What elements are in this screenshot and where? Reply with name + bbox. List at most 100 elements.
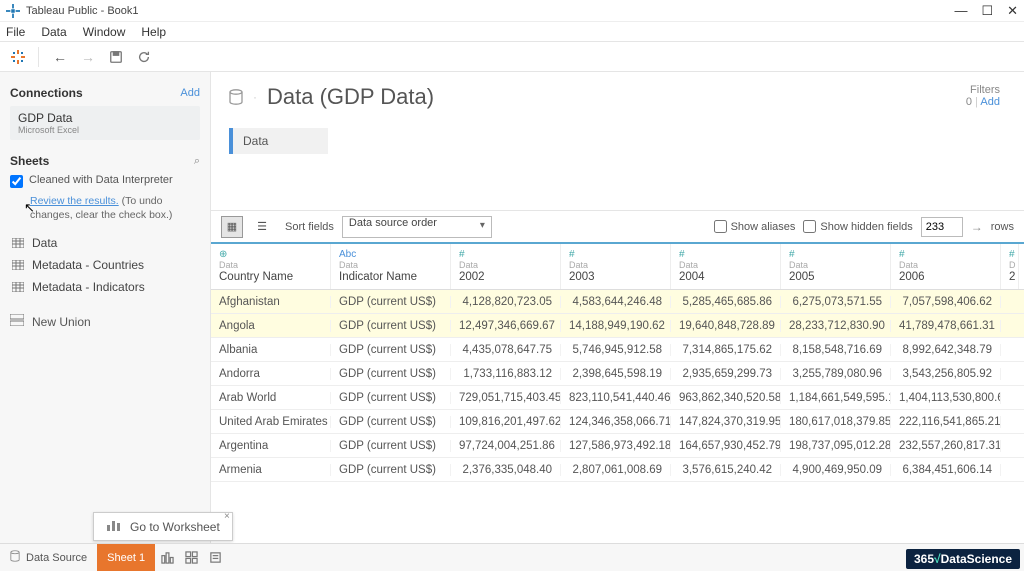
table-icon xyxy=(12,238,24,248)
table-row[interactable]: United Arab EmiratesGDP (current US$)109… xyxy=(211,410,1024,434)
join-canvas[interactable]: Data xyxy=(211,110,1024,210)
table-row[interactable]: AngolaGDP (current US$)12,497,346,669.67… xyxy=(211,314,1024,338)
cell: 164,657,930,452.79 xyxy=(671,440,781,452)
cell: 180,617,018,379.85 xyxy=(781,416,891,428)
cell: 1,733,116,883.12 xyxy=(451,368,561,380)
connection-name: GDP Data xyxy=(18,111,192,125)
table-row[interactable]: AlbaniaGDP (current US$)4,435,078,647.75… xyxy=(211,338,1024,362)
cell: 4,435,078,647.75 xyxy=(451,344,561,356)
cell: Andorra xyxy=(211,368,331,380)
column-header[interactable]: #Data2004 xyxy=(671,244,781,289)
menubar: File Data Window Help xyxy=(0,22,1024,42)
show-aliases-checkbox[interactable]: Show aliases xyxy=(714,220,796,233)
cell: GDP (current US$) xyxy=(331,440,451,452)
union-icon xyxy=(10,314,24,329)
minimize-button[interactable]: — xyxy=(954,3,967,19)
cell: Arab World xyxy=(211,392,331,404)
column-header-partial: #D2 xyxy=(1001,244,1019,289)
titlebar: Tableau Public - Book1 — ☐ ✕ xyxy=(0,0,1024,22)
forward-button[interactable]: → xyxy=(79,48,97,66)
connection-type: Microsoft Excel xyxy=(18,125,192,135)
cell: 97,724,004,251.86 xyxy=(451,440,561,452)
connection-item[interactable]: GDP Data Microsoft Excel xyxy=(10,106,200,140)
table-row[interactable]: ArgentinaGDP (current US$)97,724,004,251… xyxy=(211,434,1024,458)
sheet-item-metadata-countries[interactable]: Metadata - Countries xyxy=(10,254,200,276)
connections-heading: Connections xyxy=(10,86,83,100)
new-story-button[interactable] xyxy=(203,544,227,571)
cell: 5,746,945,912.58 xyxy=(561,344,671,356)
data-interpreter-checkbox[interactable] xyxy=(10,175,23,188)
datasource-title[interactable]: Data (GDP Data) xyxy=(267,84,434,110)
cell: GDP (current US$) xyxy=(331,416,451,428)
cell: 3,255,789,080.96 xyxy=(781,368,891,380)
column-header[interactable]: #Data2003 xyxy=(561,244,671,289)
menu-data[interactable]: Data xyxy=(41,25,66,39)
column-header[interactable]: ⊕DataCountry Name xyxy=(211,244,331,289)
new-dashboard-button[interactable] xyxy=(179,544,203,571)
rows-arrow-icon[interactable]: → xyxy=(971,220,983,234)
sort-fields-label: Sort fields xyxy=(285,221,334,233)
number-type-icon: # xyxy=(899,250,992,260)
branding-badge: 365√DataScience xyxy=(906,549,1020,569)
cell: 8,992,642,348.79 xyxy=(891,344,1001,356)
cell: 963,862,340,520.58 xyxy=(671,392,781,404)
go-to-worksheet-label: Go to Worksheet xyxy=(130,520,220,534)
datasource-title-sep: · xyxy=(253,90,257,104)
grid-view-button[interactable]: ▦ xyxy=(221,216,243,238)
cell: Argentina xyxy=(211,440,331,452)
table-pill[interactable]: Data xyxy=(229,128,328,154)
sheet-item-metadata-indicators[interactable]: Metadata - Indicators xyxy=(10,276,200,298)
cell: GDP (current US$) xyxy=(331,368,451,380)
menu-help[interactable]: Help xyxy=(141,25,166,39)
menu-window[interactable]: Window xyxy=(83,25,126,39)
datasource-tab[interactable]: Data Source xyxy=(0,544,97,571)
maximize-button[interactable]: ☐ xyxy=(981,3,993,19)
sheet-item-data[interactable]: Data xyxy=(10,232,200,254)
table-row[interactable]: AfghanistanGDP (current US$)4,128,820,72… xyxy=(211,290,1024,314)
back-button[interactable]: ← xyxy=(51,48,69,66)
go-to-worksheet-popup[interactable]: × Go to Worksheet xyxy=(93,512,233,541)
menu-file[interactable]: File xyxy=(6,25,25,39)
column-header[interactable]: #Data2005 xyxy=(781,244,891,289)
cell: 2,807,061,008.69 xyxy=(561,464,671,476)
cell: 2,376,335,048.40 xyxy=(451,464,561,476)
rows-input[interactable] xyxy=(921,217,963,237)
table-row[interactable]: AndorraGDP (current US$)1,733,116,883.12… xyxy=(211,362,1024,386)
cell: 2,398,645,598.19 xyxy=(561,368,671,380)
filters-label: Filters xyxy=(966,84,1000,96)
cell: GDP (current US$) xyxy=(331,296,451,308)
cell: 823,110,541,440.46 xyxy=(561,392,671,404)
table-icon xyxy=(12,282,24,292)
new-worksheet-button[interactable] xyxy=(155,544,179,571)
column-header[interactable]: #Data2002 xyxy=(451,244,561,289)
show-hidden-fields-checkbox[interactable]: Show hidden fields xyxy=(803,220,912,233)
cell: 4,900,469,950.09 xyxy=(781,464,891,476)
review-results-link[interactable]: Review the results. xyxy=(30,195,119,207)
refresh-button[interactable] xyxy=(135,48,153,66)
cell: 198,737,095,012.28 xyxy=(781,440,891,452)
new-union-button[interactable]: New Union xyxy=(10,314,200,329)
close-button[interactable]: ✕ xyxy=(1007,3,1018,19)
add-filter-link[interactable]: Add xyxy=(980,96,1000,108)
popup-close-icon[interactable]: × xyxy=(224,511,230,522)
cell: 19,640,848,728.89 xyxy=(671,320,781,332)
save-button[interactable] xyxy=(107,48,125,66)
add-connection-link[interactable]: Add xyxy=(180,87,200,99)
main-area: · Data (GDP Data) Filters 0 | Add Data ▦… xyxy=(211,72,1024,543)
sort-fields-select[interactable]: Data source order xyxy=(342,216,492,238)
toolbar: ← → xyxy=(0,42,1024,72)
cell: 729,051,715,403.45 xyxy=(451,392,561,404)
cell: 124,346,358,066.71 xyxy=(561,416,671,428)
list-view-button[interactable]: ☰ xyxy=(251,216,273,238)
cell: GDP (current US$) xyxy=(331,320,451,332)
search-icon[interactable]: ⌕ xyxy=(194,155,200,168)
table-row[interactable]: Arab WorldGDP (current US$)729,051,715,4… xyxy=(211,386,1024,410)
table-row[interactable]: ArmeniaGDP (current US$)2,376,335,048.40… xyxy=(211,458,1024,482)
cell: GDP (current US$) xyxy=(331,464,451,476)
cell: 41,789,478,661.31 xyxy=(891,320,1001,332)
sheet1-tab[interactable]: Sheet 1 xyxy=(97,544,155,571)
globe-type-icon: ⊕ xyxy=(219,250,322,260)
column-header[interactable]: AbcDataIndicator Name xyxy=(331,244,451,289)
data-interpreter-checkbox-row[interactable]: Cleaned with Data Interpreter xyxy=(10,174,200,188)
column-header[interactable]: #Data2006 xyxy=(891,244,1001,289)
